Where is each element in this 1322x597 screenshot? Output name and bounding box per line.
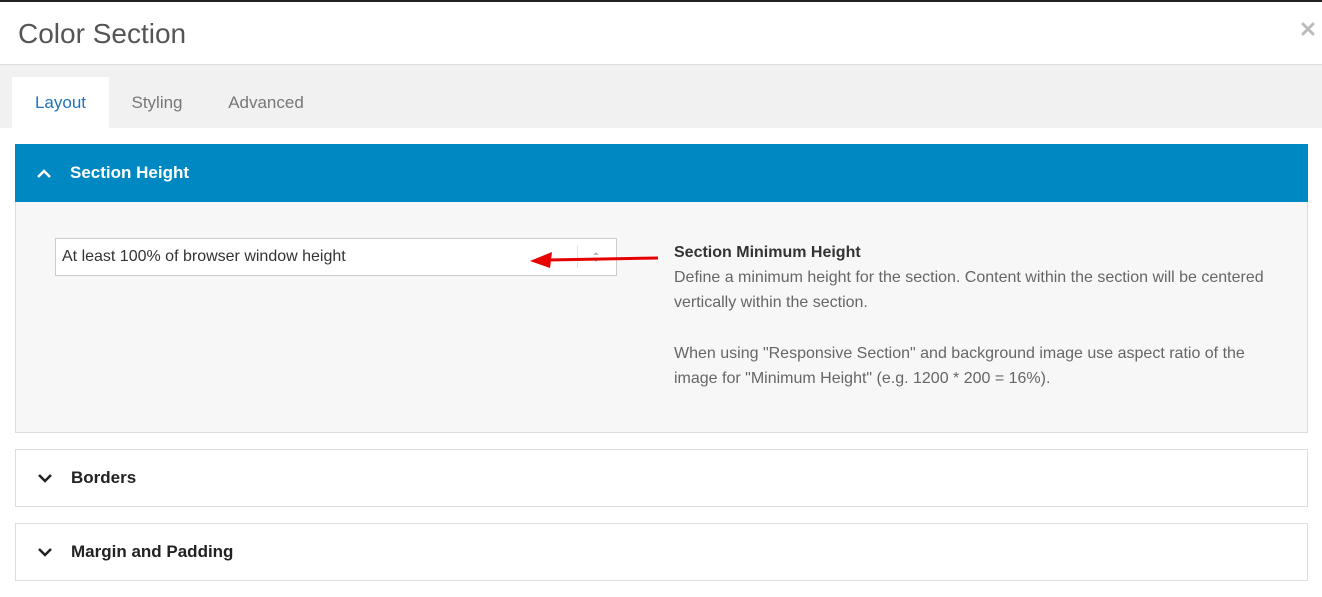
panel-title: Margin and Padding (71, 542, 234, 561)
select-value: At least 100% of browser window height (62, 248, 346, 265)
panel-margin-padding: Margin and Padding (15, 523, 1308, 581)
dialog-title: Color Section (18, 18, 187, 49)
help-text: Define a minimum height for the section.… (674, 269, 1264, 311)
tab-bar: Layout Styling Advanced (0, 65, 1322, 128)
panel-header-margin-padding[interactable]: Margin and Padding (16, 524, 1307, 580)
tab-layout[interactable]: Layout (12, 77, 109, 128)
panel-title: Section Height (70, 163, 190, 182)
panel-title: Borders (71, 468, 137, 487)
panel-borders: Borders (15, 449, 1308, 507)
tab-styling[interactable]: Styling (115, 77, 199, 128)
chevron-down-icon (36, 450, 54, 506)
panel-body-section-height: At least 100% of browser window height S… (16, 202, 1307, 432)
panel-section-height: Section Height At least 100% of browser … (15, 144, 1308, 433)
chevron-down-icon (36, 524, 54, 580)
tab-content: Section Height At least 100% of browser … (0, 128, 1322, 597)
annotation-arrow-icon (530, 252, 659, 268)
close-icon[interactable] (1298, 20, 1318, 40)
help-gap (674, 315, 1264, 341)
help-title: Section Minimum Height (674, 244, 861, 261)
panel-header-section-height[interactable]: Section Height (15, 144, 1308, 202)
help-block: Section Minimum Height Define a minimum … (674, 240, 1264, 391)
chevron-up-icon (35, 144, 53, 202)
panel-header-borders[interactable]: Borders (16, 450, 1307, 506)
tab-advanced[interactable]: Advanced (212, 77, 320, 128)
help-text-aspect: When using "Responsive Section" and back… (674, 345, 1245, 387)
dialog-header: Color Section (0, 2, 1322, 65)
